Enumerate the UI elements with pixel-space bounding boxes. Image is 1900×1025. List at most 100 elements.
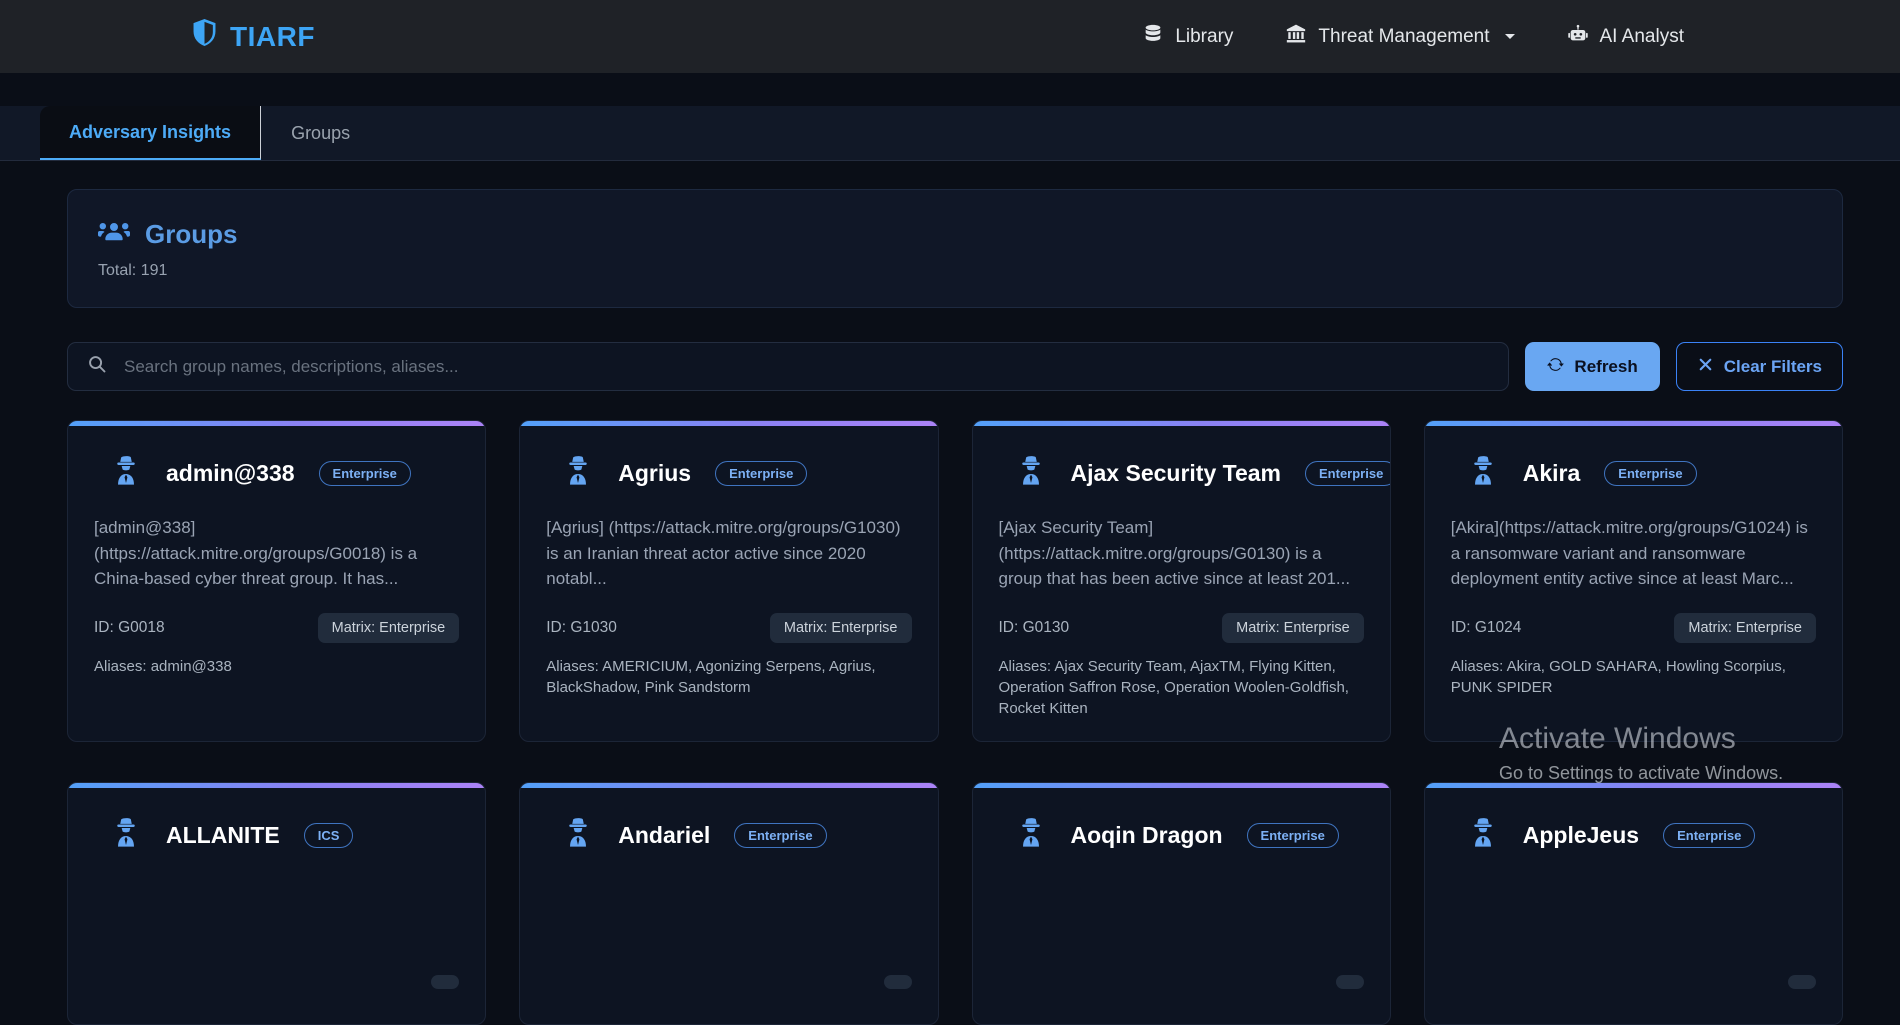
domain-badge: Enterprise [1305, 461, 1390, 486]
group-card[interactable]: Ajax Security Team Enterprise [Ajax Secu… [971, 420, 1391, 742]
group-name: Akira [1522, 460, 1581, 486]
group-id: ID: G1030 [546, 619, 617, 636]
group-id: ID: G0018 [94, 619, 165, 636]
card-body: ALLANITE ICS [68, 788, 485, 1024]
domain-badge: ICS [303, 823, 354, 848]
domain-badge: Enterprise [734, 823, 827, 848]
group-name: admin@338 [166, 460, 295, 486]
group-card[interactable]: Akira Enterprise [Akira](https://attack.… [1423, 420, 1843, 742]
group-card[interactable]: Aoqin Dragon Enterprise [971, 782, 1391, 1025]
chevron-down-icon [1504, 34, 1515, 44]
tab-groups[interactable]: Groups [261, 106, 380, 160]
group-matrix-chip: Matrix: Enterprise [1222, 613, 1364, 643]
group-card[interactable]: Agrius Enterprise [Agrius] (https://atta… [519, 420, 939, 742]
spy-icon [562, 454, 594, 493]
group-id: ID: G0130 [998, 619, 1070, 636]
tab-adversary-insights[interactable]: Adversary Insights [40, 106, 262, 160]
nav-item-ai-analyst[interactable]: AI Analyst [1541, 15, 1711, 59]
spy-icon [1467, 454, 1499, 493]
group-description: [Akira](https://attack.mitre.org/groups/… [1450, 518, 1808, 588]
group-card[interactable]: ALLANITE ICS [67, 782, 487, 1025]
search-toolbar: Refresh Clear Filters [67, 342, 1843, 391]
group-matrix-chip [1788, 975, 1816, 989]
card-meta-row [999, 975, 1364, 989]
card-body: AppleJeus Enterprise [1425, 788, 1842, 1024]
card-meta-row: ID: G0018 Matrix: Enterprise [94, 613, 460, 643]
card-meta-row: ID: G1030 Matrix: Enterprise [546, 613, 912, 643]
card-meta-row: ID: G0130 Matrix: Enterprise [999, 613, 1364, 643]
refresh-button-label: Refresh [1574, 356, 1638, 376]
groups-grid: admin@338 Enterprise [admin@338] (https:… [67, 420, 1843, 1025]
nav-label: Threat Management [1318, 25, 1490, 47]
group-matrix-chip [883, 975, 912, 989]
search-icon [87, 354, 107, 379]
group-name: Aoqin Dragon [1070, 822, 1223, 848]
shield-icon [190, 18, 219, 56]
card-header: Agrius Enterprise [562, 454, 911, 493]
nav-item-threat-management[interactable]: Threat Management [1259, 15, 1540, 59]
card-header: Ajax Security Team Enterprise [1015, 454, 1390, 493]
card-body: Aoqin Dragon Enterprise [973, 788, 1390, 1024]
domain-badge: Enterprise [715, 461, 808, 486]
nav-items: Library Threat Management AI Analyst [1116, 15, 1710, 59]
group-matrix-chip: Matrix: Enterprise [1674, 613, 1816, 643]
refresh-icon [1547, 356, 1565, 378]
group-card[interactable]: Andariel Enterprise [519, 782, 939, 1025]
groups-panel-header: Groups [98, 218, 1812, 251]
refresh-button[interactable]: Refresh [1525, 342, 1660, 391]
group-card[interactable]: admin@338 Enterprise [admin@338] (https:… [67, 420, 487, 742]
card-header: Andariel Enterprise [562, 816, 911, 855]
group-matrix-chip: Matrix: Enterprise [317, 613, 460, 643]
group-aliases: Aliases: Akira, GOLD SAHARA, Howling Sco… [1450, 658, 1786, 696]
group-description [94, 877, 459, 955]
search-input[interactable] [122, 355, 1490, 378]
brand-logo[interactable]: TIARF [190, 18, 315, 56]
group-description [546, 877, 911, 955]
navbar-inner: TIARF Library Threat Management AI Analy… [190, 15, 1710, 59]
search-box [67, 342, 1510, 391]
nav-label: AI Analyst [1599, 25, 1685, 47]
card-body: Andariel Enterprise [520, 788, 937, 1024]
card-meta-row [546, 975, 912, 989]
card-header: Akira Enterprise [1467, 454, 1816, 493]
groups-panel-title: Groups [145, 219, 238, 249]
brand-text: TIARF [230, 20, 315, 52]
group-name: Agrius [618, 460, 692, 486]
spy-icon [1015, 816, 1047, 855]
clear-filters-label: Clear Filters [1723, 356, 1822, 376]
groups-total: Total: 191 [98, 262, 168, 279]
card-meta-row: ID: G1024 Matrix: Enterprise [1451, 613, 1816, 643]
group-description: [Agrius] (https://attack.mitre.org/group… [546, 518, 901, 588]
x-icon [1697, 356, 1714, 378]
card-meta-row [1451, 975, 1816, 989]
spy-icon [1015, 454, 1047, 493]
spy-icon [110, 816, 142, 855]
card-header: Aoqin Dragon Enterprise [1015, 816, 1364, 855]
card-header: ALLANITE ICS [110, 816, 459, 855]
domain-badge: Enterprise [318, 461, 411, 486]
main-content: Groups Total: 191 Refresh Clear Filters [67, 189, 1843, 1025]
group-matrix-chip [1335, 975, 1364, 989]
card-meta-row [94, 975, 460, 989]
nav-item-library[interactable]: Library [1116, 15, 1259, 59]
card-header: AppleJeus Enterprise [1467, 816, 1816, 855]
domain-badge: Enterprise [1663, 823, 1756, 848]
group-name: Andariel [618, 822, 711, 848]
spy-icon [1467, 816, 1499, 855]
group-card[interactable]: AppleJeus Enterprise [1423, 782, 1843, 1025]
nav-label: Library [1175, 25, 1234, 47]
card-header: admin@338 Enterprise [110, 454, 459, 493]
database-icon [1142, 23, 1164, 51]
group-id: ID: G1024 [1450, 619, 1522, 636]
bank-icon [1285, 23, 1307, 51]
group-name: ALLANITE [166, 822, 280, 848]
users-icon [98, 218, 130, 251]
card-body: Agrius Enterprise [Agrius] (https://atta… [520, 426, 937, 720]
clear-filters-button[interactable]: Clear Filters [1675, 342, 1843, 391]
card-body: Ajax Security Team Enterprise [Ajax Secu… [973, 426, 1390, 741]
tab-bar: Adversary Insights Groups [0, 106, 1900, 161]
card-body: Akira Enterprise [Akira](https://attack.… [1425, 426, 1842, 720]
group-description: [Ajax Security Team] (https://attack.mit… [998, 518, 1351, 588]
card-body: admin@338 Enterprise [admin@338] (https:… [68, 426, 485, 699]
group-matrix-chip [431, 975, 460, 989]
